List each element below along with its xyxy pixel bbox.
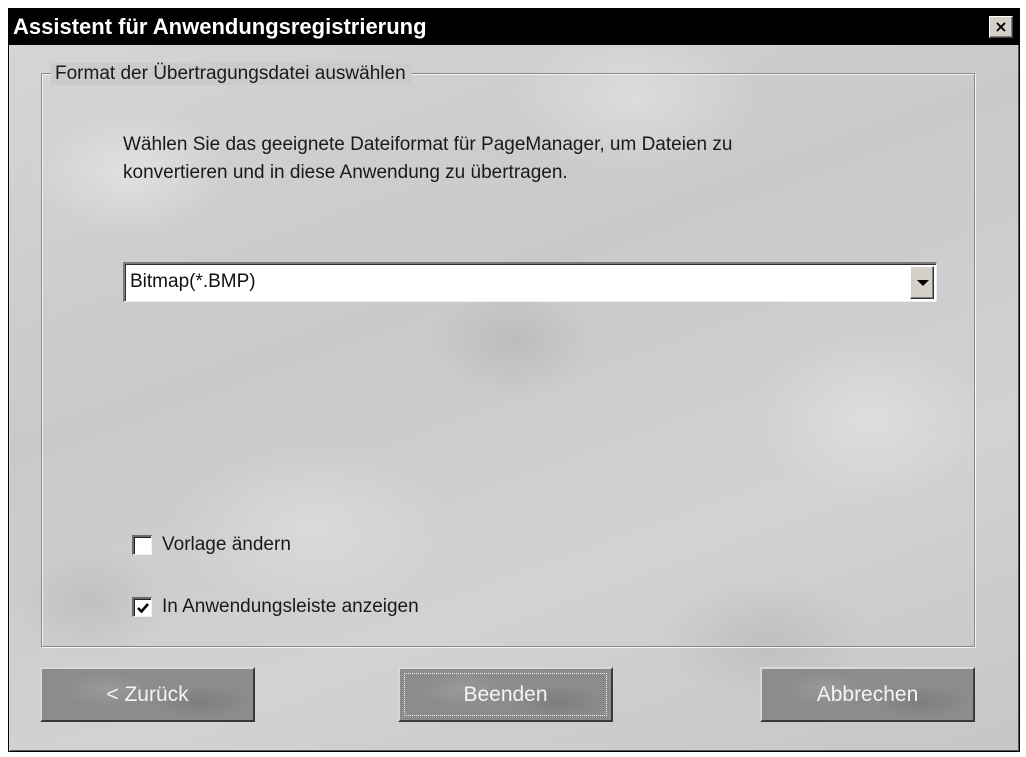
instruction-line-2: konvertieren und in diese Anwendung zu ü… <box>123 162 568 183</box>
group-legend: Format der Übertragungsdatei auswählen <box>51 63 412 85</box>
back-button[interactable]: < Zurück <box>40 667 255 722</box>
finish-button-label: Beenden <box>463 682 548 706</box>
show-in-app-bar-label: In Anwendungsleiste anzeigen <box>162 596 419 617</box>
file-format-select[interactable]: Bitmap(*.BMP) <box>123 262 937 302</box>
close-icon: × <box>994 17 1008 36</box>
file-format-selected-value: Bitmap(*.BMP) <box>130 271 256 292</box>
finish-button[interactable]: Beenden <box>398 667 613 722</box>
show-in-app-bar-checkbox[interactable]: In Anwendungsleiste anzeigen <box>132 594 419 620</box>
chevron-down-icon[interactable] <box>910 266 934 299</box>
instruction-text: Wählen Sie das geeignete Dateiformat für… <box>123 131 923 187</box>
cancel-button-label: Abbrechen <box>816 682 919 706</box>
instruction-line-1: Wählen Sie das geeignete Dateiformat für… <box>123 134 733 155</box>
back-button-label: < Zurück <box>106 682 189 706</box>
close-button[interactable]: × <box>989 16 1013 38</box>
window-title: Assistent für Anwendungsregistrierung <box>13 14 427 39</box>
checkmark-icon <box>137 603 149 614</box>
checkbox-box[interactable] <box>132 535 152 555</box>
change-template-label: Vorlage ändern <box>162 534 291 555</box>
change-template-checkbox[interactable]: Vorlage ändern <box>132 532 291 558</box>
title-bar: Assistent für Anwendungsregistrierung × <box>9 9 1019 45</box>
cancel-button[interactable]: Abbrechen <box>760 667 975 722</box>
checkbox-box[interactable] <box>132 597 152 617</box>
